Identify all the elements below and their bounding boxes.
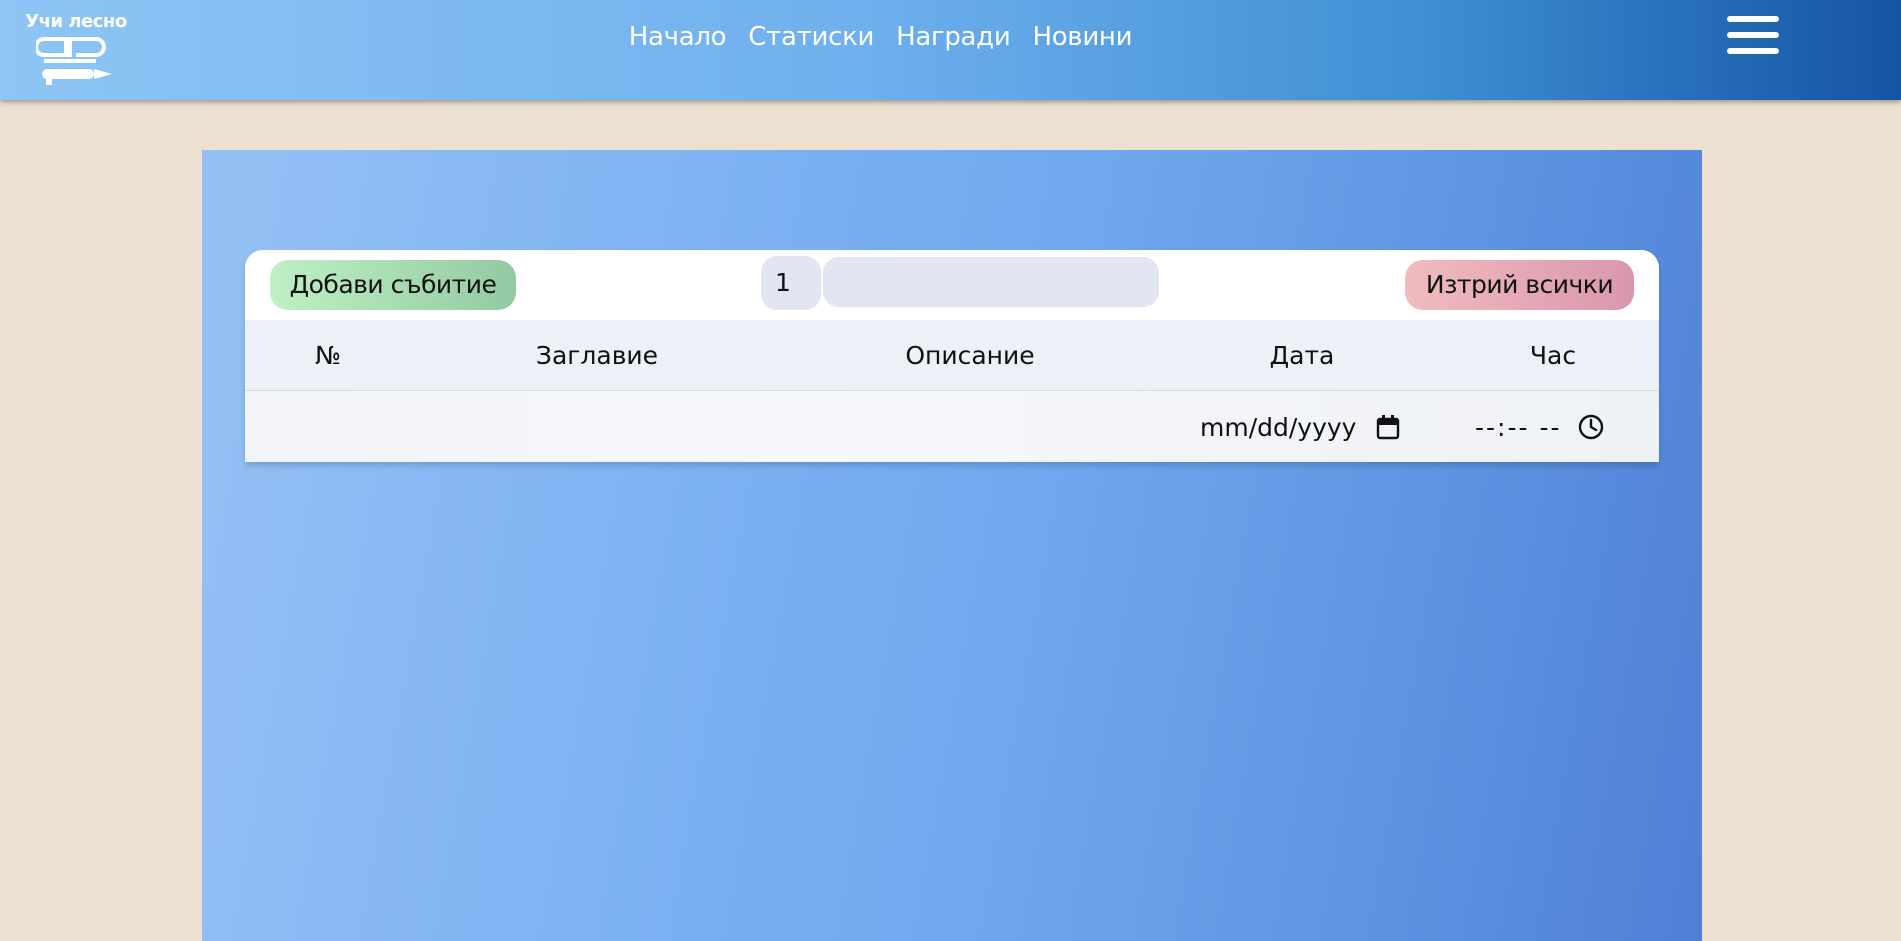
- events-table-card: Добави събитие 1 Изтрий всички № Заглави…: [245, 250, 1659, 462]
- main-nav: Начало Статиски Награди Новини: [0, 22, 1901, 52]
- time-input[interactable]: --:-- --: [1475, 409, 1604, 445]
- new-event-row: mm/dd/yyyy --:-- --: [245, 391, 1659, 462]
- delete-all-button[interactable]: Изтрий всички: [1405, 260, 1634, 310]
- events-panel: Добави събитие 1 Изтрий всички № Заглави…: [202, 150, 1702, 941]
- time-placeholder: --:-- --: [1475, 412, 1562, 442]
- column-header-title: Заглавие: [535, 341, 659, 370]
- calendar-icon[interactable]: [1376, 414, 1400, 440]
- table-header: № Заглавие Описание Дата Час: [245, 320, 1659, 391]
- nav-news[interactable]: Новини: [1032, 22, 1132, 52]
- nav-statistics[interactable]: Статиски: [748, 22, 874, 52]
- date-placeholder: mm/dd/yyyy: [1200, 412, 1357, 442]
- page-number-field[interactable]: 1: [761, 256, 821, 310]
- column-header-date: Дата: [1269, 341, 1335, 370]
- burger-line: [1727, 32, 1779, 38]
- burger-line: [1727, 48, 1779, 54]
- column-header-description: Описание: [905, 341, 1035, 370]
- column-header-number: №: [314, 341, 342, 370]
- nav-rewards[interactable]: Награди: [896, 22, 1011, 52]
- add-event-button[interactable]: Добави събитие: [270, 260, 516, 310]
- nav-home[interactable]: Начало: [629, 22, 727, 52]
- table-toolbar: Добави събитие 1 Изтрий всички: [245, 250, 1659, 320]
- hamburger-menu-icon[interactable]: [1727, 16, 1779, 54]
- burger-line: [1727, 16, 1779, 22]
- top-header: Учи лесно Начало Статиски Награди Новини: [0, 0, 1901, 100]
- clock-icon[interactable]: [1578, 414, 1604, 440]
- date-input[interactable]: mm/dd/yyyy: [1200, 409, 1400, 445]
- column-header-time: Час: [1529, 341, 1577, 370]
- search-input[interactable]: [823, 257, 1159, 307]
